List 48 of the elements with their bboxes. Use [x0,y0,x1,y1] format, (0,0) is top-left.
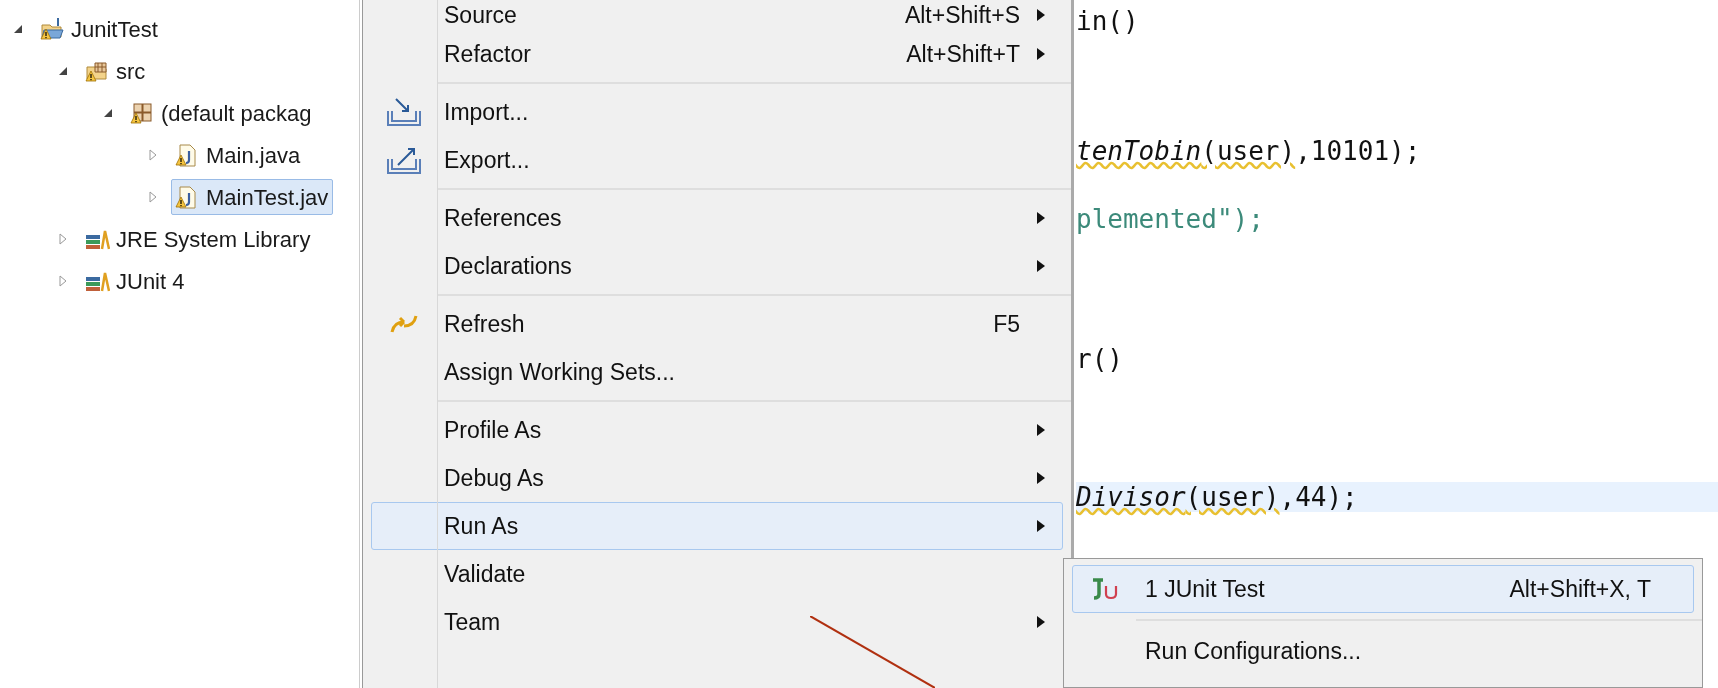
shortcut-text: Alt+Shift+X, T [1509,574,1651,604]
tree-item[interactable]: JunitTest [36,11,163,47]
menu-item[interactable]: 1 JUnit Test Alt+Shift+X, T [1072,565,1694,613]
code-token: (user) [1201,134,1296,168]
code-token: r() [1076,342,1123,376]
menu-item[interactable]: Declarations [371,242,1063,290]
menu-item[interactable]: Validate [371,550,1063,598]
submenu-arrow-icon [1036,423,1046,437]
code-token: tenTobin [1076,134,1202,168]
source-folder-icon [84,59,110,83]
menu-item[interactable]: Assign Working Sets... [371,348,1063,396]
submenu-arrow-icon [1036,519,1046,533]
project-icon [39,17,65,41]
export-icon [386,145,422,175]
code-token: plemented"); [1076,202,1264,236]
menu-item[interactable]: References [371,194,1063,242]
menu-item[interactable]: Import... [371,88,1063,136]
submenu-arrow-icon [1036,47,1046,61]
package-icon [129,101,155,125]
import-icon [386,97,422,127]
menu-item[interactable]: Profile As [371,406,1063,454]
menu-item[interactable]: Run Configurations... [1072,627,1694,675]
menu-item[interactable]: Refresh F5 [371,300,1063,348]
shortcut-text: F5 [993,309,1020,339]
menu-item[interactable]: Export... [371,136,1063,184]
code-token: (user) [1185,480,1280,514]
menu-item[interactable]: Refactor Alt+Shift+T [371,30,1063,78]
tree-item[interactable]: (default packag [126,95,317,131]
menu-item[interactable]: Team [371,598,1063,646]
menu-item[interactable]: Source Alt+Shift+S [371,0,1063,30]
submenu-arrow-icon [1036,471,1046,485]
shortcut-text: Alt+Shift+S [904,0,1020,30]
menu-item[interactable]: Run As [371,502,1063,550]
tree-item[interactable]: JRE System Library [81,221,316,257]
tree-item[interactable]: src [81,53,151,89]
tree-item[interactable]: JUnit 4 [81,263,190,299]
submenu-arrow-icon [1036,259,1046,273]
shortcut-text: Alt+Shift+T [906,39,1020,69]
submenu-arrow-icon [1036,8,1046,22]
submenu-arrow-icon [1036,615,1046,629]
code-token: ,44); [1279,480,1358,514]
menu-item[interactable]: Debug As [371,454,1063,502]
code-token: ,10101); [1295,134,1421,168]
tree-item[interactable]: MainTest.jav [171,179,334,215]
code-token: Divisor [1076,480,1186,514]
code-token: in() [1076,4,1139,38]
tree-item[interactable]: Main.java [171,137,306,173]
submenu-arrow-icon [1036,211,1046,225]
